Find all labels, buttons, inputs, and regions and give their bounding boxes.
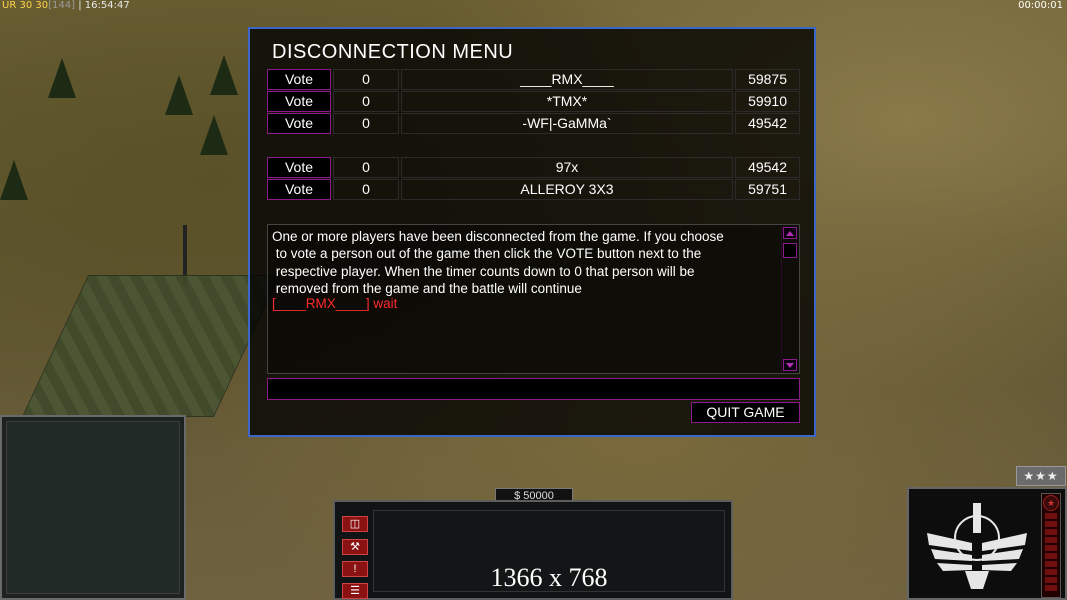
hud-status: UR 30 30[144] | 16:54:47: [2, 0, 130, 11]
vote-count: 0: [333, 157, 399, 178]
player-row: Vote 0 -WF|-GaMMa` 49542: [267, 113, 800, 134]
resolution-label: 1366 x 768: [490, 563, 608, 592]
hud-fps-a: 30: [19, 0, 33, 11]
game-timer: 00:00:01: [1018, 0, 1063, 11]
player-name: *TMX*: [401, 91, 733, 112]
power-meter: ★: [1041, 493, 1061, 598]
enemy-base[interactable]: [21, 275, 281, 417]
player-ping: 49542: [735, 113, 800, 134]
vote-button[interactable]: Vote: [267, 91, 331, 112]
player-ping: 59875: [735, 69, 800, 90]
player-row: Vote 0 ALLEROY 3X3 59751: [267, 179, 800, 200]
player-name: ____RMX____: [401, 69, 733, 90]
player-name: ALLEROY 3X3: [401, 179, 733, 200]
hud-version: UR: [2, 0, 17, 11]
vote-button[interactable]: Vote: [267, 69, 331, 90]
player-name: -WF|-GaMMa`: [401, 113, 733, 134]
scroll-down-icon[interactable]: [783, 359, 797, 371]
hud-separator: |: [78, 0, 82, 11]
star-icon: ★: [1043, 495, 1059, 511]
tree: [210, 55, 238, 95]
hud-ping: [144]: [48, 0, 76, 11]
disconnect-message: One or more players have been disconnect…: [272, 229, 724, 296]
general-panel[interactable]: ★: [907, 487, 1067, 600]
command-bar: ◫ ⚒ ! ☰ 1366 x 768: [333, 500, 733, 600]
rank-stars[interactable]: ★★★: [1016, 466, 1066, 486]
vote-button[interactable]: Vote: [267, 179, 331, 200]
player-row: Vote 0 97x 49542: [267, 157, 800, 178]
scroll-thumb[interactable]: [783, 243, 797, 258]
tree: [165, 75, 193, 115]
vote-button[interactable]: Vote: [267, 157, 331, 178]
command-panel: 1366 x 768: [373, 510, 725, 592]
player-ping: 59910: [735, 91, 800, 112]
tree: [200, 115, 228, 155]
player-ping: 49542: [735, 157, 800, 178]
player-ping: 59751: [735, 179, 800, 200]
wait-status: [____RMX____] wait: [272, 296, 398, 311]
hud-fps-b: 30: [35, 0, 49, 11]
disconnection-dialog: DISCONNECTION MENU Vote 0 ____RMX____ 59…: [248, 27, 816, 437]
radar-screen[interactable]: [6, 421, 180, 594]
quit-game-button[interactable]: QUIT GAME: [691, 402, 800, 423]
vote-count: 0: [333, 113, 399, 134]
player-row: Vote 0 ____RMX____ 59875: [267, 69, 800, 90]
radar-minimap[interactable]: [0, 415, 186, 600]
hud-clock: 16:54:47: [84, 0, 130, 11]
command-tabs: ◫ ⚒ ! ☰: [338, 505, 372, 599]
vote-count: 0: [333, 179, 399, 200]
tree: [0, 160, 28, 200]
faction-emblem-icon: [927, 503, 1027, 589]
dialog-title: DISCONNECTION MENU: [272, 41, 514, 63]
chat-input[interactable]: [267, 378, 800, 400]
alert-icon[interactable]: !: [342, 561, 368, 577]
vote-count: 0: [333, 69, 399, 90]
vote-count: 0: [333, 91, 399, 112]
scroll-up-icon[interactable]: [783, 227, 797, 239]
options-icon[interactable]: ☰: [342, 583, 368, 599]
message-log[interactable]: One or more players have been disconnect…: [267, 224, 800, 374]
tree: [48, 58, 76, 98]
structures-icon[interactable]: ◫: [342, 516, 368, 532]
player-name: 97x: [401, 157, 733, 178]
vote-button[interactable]: Vote: [267, 113, 331, 134]
wrench-icon[interactable]: ⚒: [342, 539, 368, 555]
player-row: Vote 0 *TMX* 59910: [267, 91, 800, 112]
